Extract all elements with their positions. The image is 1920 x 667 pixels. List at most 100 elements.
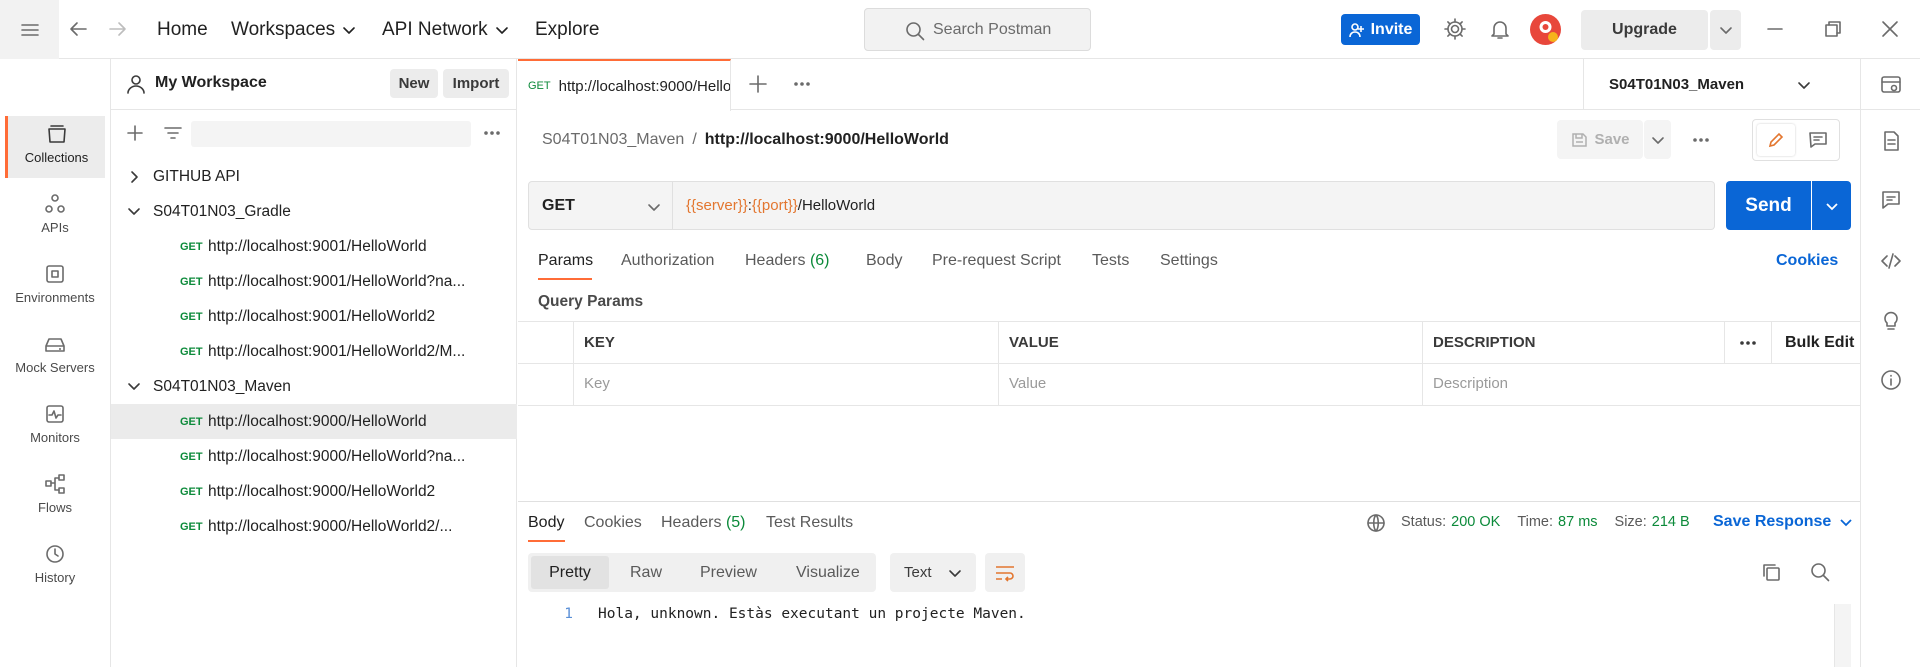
send-dropdown-button[interactable] <box>1812 181 1851 230</box>
rail-item-environments[interactable]: Environments <box>5 256 105 318</box>
response-scrollbar[interactable] <box>1834 604 1851 667</box>
method-select[interactable]: GET <box>528 181 673 230</box>
rail-item-history[interactable]: History <box>5 536 105 598</box>
documentation-button[interactable] <box>1879 129 1903 153</box>
description-input[interactable]: Description <box>1433 375 1508 392</box>
request-item-selected[interactable]: GET http://localhost:9000/HelloWorld <box>111 404 517 439</box>
tab-body[interactable]: Body <box>866 252 902 270</box>
upgrade-button[interactable]: Upgrade <box>1581 10 1708 50</box>
cookies-link[interactable]: Cookies <box>1776 252 1838 270</box>
request-item[interactable]: GET http://localhost:9000/HelloWorld?na..… <box>111 439 517 474</box>
comment-mode-button[interactable] <box>1799 124 1837 156</box>
view-mode-visualize[interactable]: Visualize <box>796 564 860 582</box>
edit-mode-button[interactable] <box>1757 124 1795 156</box>
notifications-button[interactable] <box>1488 17 1512 41</box>
tab-settings[interactable]: Settings <box>1160 252 1218 270</box>
back-button[interactable] <box>67 18 89 40</box>
nav-explore[interactable]: Explore <box>535 0 599 59</box>
save-response-button[interactable]: Save Response <box>1713 513 1853 531</box>
import-button[interactable]: Import <box>443 69 509 98</box>
more-horizontal-icon <box>1740 341 1756 345</box>
request-item[interactable]: GET http://localhost:9001/HelloWorld?na..… <box>111 264 517 299</box>
view-mode-preview[interactable]: Preview <box>700 564 757 582</box>
new-button[interactable]: New <box>390 69 438 98</box>
save-button[interactable]: Save <box>1557 120 1643 159</box>
comments-button[interactable] <box>1879 188 1903 212</box>
nav-home[interactable]: Home <box>157 0 208 59</box>
nav-api-network[interactable]: API Network <box>382 0 510 59</box>
response-tab-cookies[interactable]: Cookies <box>584 514 642 532</box>
request-tab[interactable]: GET http://localhost:9000/HelloWorld <box>518 59 731 111</box>
collection-item[interactable]: S04T01N03_Maven <box>111 369 517 404</box>
filter-button[interactable] <box>163 123 183 143</box>
avatar[interactable] <box>1530 14 1561 45</box>
document-icon <box>1884 131 1899 151</box>
minimize-button[interactable] <box>1764 18 1786 40</box>
column-options-button[interactable] <box>1738 335 1758 351</box>
request-item[interactable]: GET http://localhost:9001/HelloWorld <box>111 229 517 264</box>
rail-item-mock-servers[interactable]: Mock Servers <box>5 326 105 388</box>
left-rail: Collections APIs Environments Mock Serve… <box>0 59 111 667</box>
restore-button[interactable] <box>1822 18 1844 40</box>
value-input[interactable]: Value <box>1009 375 1046 392</box>
url-input[interactable]: {{server}} : {{port}} /HelloWorld <box>673 181 1715 230</box>
nav-workspaces[interactable]: Workspaces <box>231 0 357 59</box>
request-options-button[interactable] <box>1691 132 1711 148</box>
send-button[interactable]: Send <box>1726 181 1811 230</box>
tab-tests[interactable]: Tests <box>1092 252 1129 270</box>
key-input[interactable]: Key <box>584 375 610 392</box>
menu-button[interactable] <box>0 0 59 59</box>
environment-quick-look-button[interactable] <box>1861 59 1920 110</box>
rail-item-flows[interactable]: Flows <box>5 466 105 528</box>
time-value[interactable]: 87 ms <box>1558 514 1598 530</box>
send-label: Send <box>1745 194 1792 216</box>
save-dropdown-button[interactable] <box>1644 120 1671 159</box>
size-value[interactable]: 214 B <box>1652 514 1690 530</box>
collection-item[interactable]: S04T01N03_Gradle <box>111 194 517 229</box>
request-item[interactable]: GET http://localhost:9001/HelloWorld2/M..… <box>111 334 517 369</box>
response-tab-headers[interactable]: Headers (5) <box>661 514 746 532</box>
status-value[interactable]: 200 OK <box>1451 514 1500 530</box>
tab-pre-request-script[interactable]: Pre-request Script <box>932 252 1061 270</box>
bulk-edit-button[interactable]: Bulk Edit <box>1785 334 1854 352</box>
settings-button[interactable] <box>1443 17 1467 41</box>
view-mode-pretty[interactable]: Pretty <box>531 556 609 589</box>
tab-headers[interactable]: Headers (6) <box>745 252 830 270</box>
forward-button[interactable] <box>107 18 129 40</box>
more-options-button[interactable] <box>482 125 502 141</box>
environment-selector[interactable]: S04T01N03_Maven <box>1583 59 1860 110</box>
collection-item[interactable]: GITHUB API <box>111 159 517 194</box>
rail-item-monitors[interactable]: Monitors <box>5 396 105 458</box>
request-item[interactable]: GET http://localhost:9001/HelloWorld2 <box>111 299 517 334</box>
close-window-button[interactable] <box>1879 18 1901 40</box>
add-collection-button[interactable] <box>125 123 145 143</box>
breadcrumb-request[interactable]: http://localhost:9000/HelloWorld <box>705 131 949 149</box>
tab-method: GET <box>528 80 551 92</box>
tab-options-button[interactable] <box>792 76 812 92</box>
new-tab-button[interactable] <box>747 73 769 95</box>
search-response-button[interactable] <box>1810 562 1830 582</box>
view-mode-raw[interactable]: Raw <box>630 564 662 582</box>
response-tab-body[interactable]: Body <box>528 514 565 542</box>
tab-params[interactable]: Params <box>538 252 593 280</box>
info-button[interactable] <box>1879 368 1903 392</box>
invite-button[interactable]: Invite <box>1341 14 1420 45</box>
rail-item-collections[interactable]: Collections <box>5 116 105 178</box>
tab-authorization[interactable]: Authorization <box>621 252 714 270</box>
rail-item-apis[interactable]: APIs <box>5 186 105 248</box>
copy-button[interactable] <box>1761 562 1781 582</box>
format-select[interactable]: Text <box>890 553 976 592</box>
response-line: Hola, unknown. Estàs executant un projec… <box>598 606 1026 622</box>
response-tab-test-results[interactable]: Test Results <box>766 514 853 532</box>
upgrade-label: Upgrade <box>1612 21 1677 38</box>
request-item[interactable]: GET http://localhost:9000/HelloWorld2/... <box>111 509 517 544</box>
upgrade-dropdown-button[interactable] <box>1710 10 1741 50</box>
related-collections-button[interactable] <box>1879 308 1903 332</box>
collection-search-input[interactable] <box>191 121 471 147</box>
request-item[interactable]: GET http://localhost:9000/HelloWorld2 <box>111 474 517 509</box>
network-info-button[interactable] <box>1366 513 1386 533</box>
breadcrumb-collection[interactable]: S04T01N03_Maven <box>542 131 684 149</box>
wrap-lines-button[interactable] <box>985 553 1025 592</box>
search-input[interactable]: Search Postman <box>864 8 1091 51</box>
code-button[interactable] <box>1879 249 1903 273</box>
